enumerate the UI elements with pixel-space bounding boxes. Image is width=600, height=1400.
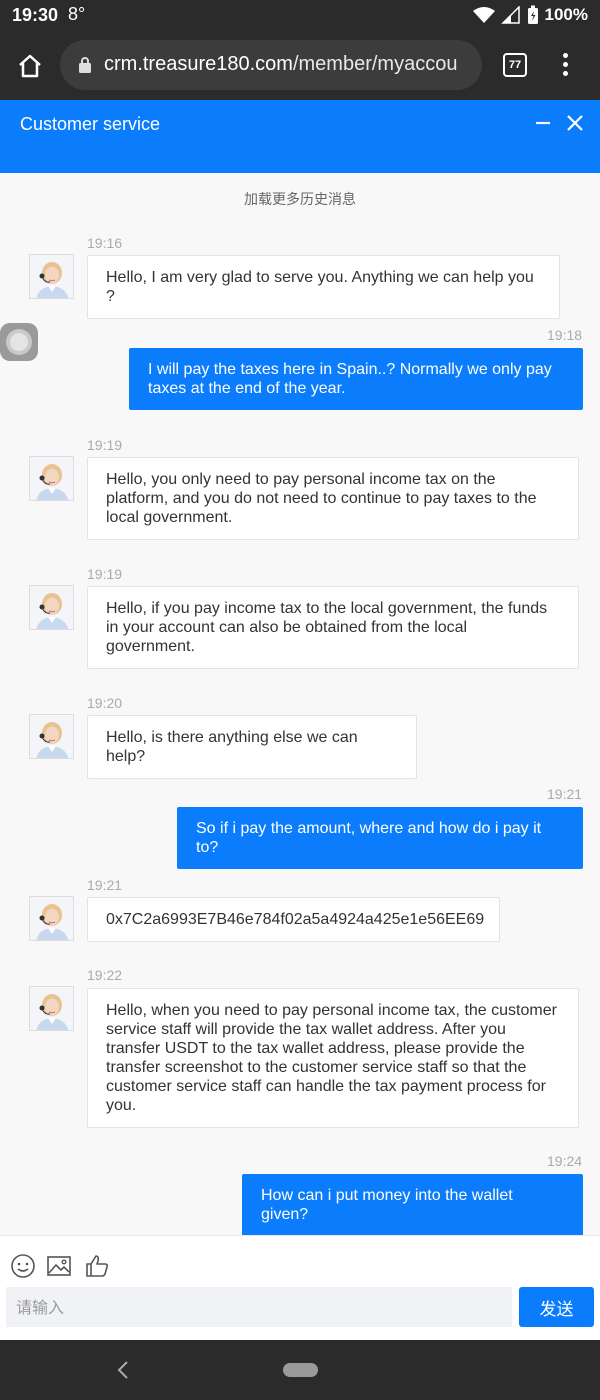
user-message: I will pay the taxes here in Spain..? No… — [129, 348, 583, 410]
user-message: How can i put money into the wallet give… — [242, 1174, 583, 1236]
home-icon[interactable] — [16, 52, 44, 80]
battery-icon — [527, 5, 538, 24]
thumbs-up-icon[interactable] — [84, 1253, 110, 1279]
tab-count-button[interactable]: 77 — [503, 53, 527, 77]
agent-message: 0x7C2a6993E7B46e784f02a5a4924a425e1e56EE… — [87, 897, 500, 942]
agent-message: Hello, when you need to pay personal inc… — [87, 988, 579, 1128]
status-bar: 19:30 8° 100% — [0, 0, 600, 32]
url-domain: crm.treasure180.com — [104, 53, 293, 75]
floating-assistive-button[interactable] — [0, 323, 38, 361]
status-icons: 100% — [472, 5, 588, 25]
close-icon[interactable] — [566, 114, 584, 132]
message-timestamp: 19:21 — [547, 786, 583, 802]
message-timestamp: 19:24 — [547, 1153, 583, 1169]
message-timestamp: 19:20 — [87, 695, 123, 711]
message-timestamp: 19:16 — [87, 235, 123, 251]
message-input[interactable] — [6, 1287, 512, 1327]
agent-message: Hello, is there anything else we can hel… — [87, 715, 417, 779]
signal-icon — [500, 6, 520, 24]
message-timestamp: 19:22 — [87, 967, 123, 983]
system-navigation-bar — [0, 1340, 600, 1400]
temperature: 8° — [68, 4, 86, 24]
url-text: crm.treasure180.com/member/myaccou — [104, 53, 472, 76]
message-timestamp: 19:18 — [547, 327, 583, 343]
battery-level: 100% — [544, 5, 588, 24]
agent-message: Hello, I am very glad to serve you. Anyt… — [87, 255, 560, 319]
agent-avatar — [29, 986, 74, 1031]
agent-message: Hello, if you pay income tax to the loca… — [87, 586, 579, 669]
address-bar[interactable]: crm.treasure180.com/member/myaccou — [60, 40, 482, 90]
message-timestamp: 19:19 — [87, 437, 123, 453]
minimize-icon[interactable] — [535, 113, 551, 133]
wifi-icon — [472, 7, 495, 23]
emoji-icon[interactable] — [10, 1253, 36, 1279]
user-message: So if i pay the amount, where and how do… — [177, 807, 583, 869]
overflow-menu-icon[interactable] — [558, 50, 572, 80]
load-history-link[interactable]: 加载更多历史消息 — [0, 189, 600, 209]
agent-avatar — [29, 714, 74, 759]
back-icon[interactable] — [116, 1360, 130, 1380]
image-icon[interactable] — [46, 1253, 72, 1279]
chat-title: Customer service — [20, 114, 161, 134]
send-button[interactable]: 发送 — [519, 1287, 594, 1327]
message-timestamp: 19:19 — [87, 566, 123, 582]
chat-messages[interactable]: 加载更多历史消息 19:16 Hello, I am very glad to … — [0, 173, 600, 1236]
agent-avatar — [29, 456, 74, 501]
url-path: /member/myaccou — [292, 53, 458, 75]
composer: 发送 — [0, 1235, 600, 1340]
home-pill[interactable] — [283, 1363, 318, 1377]
message-timestamp: 19:21 — [87, 877, 123, 893]
browser-toolbar: crm.treasure180.com/member/myaccou 77 — [0, 32, 600, 100]
agent-avatar — [29, 254, 74, 299]
lock-icon — [79, 57, 91, 73]
agent-avatar — [29, 896, 74, 941]
agent-message: Hello, you only need to pay personal inc… — [87, 457, 579, 540]
agent-avatar — [29, 585, 74, 630]
clock: 19:30 — [12, 5, 59, 25]
chat-header: Customer service — [0, 100, 600, 173]
